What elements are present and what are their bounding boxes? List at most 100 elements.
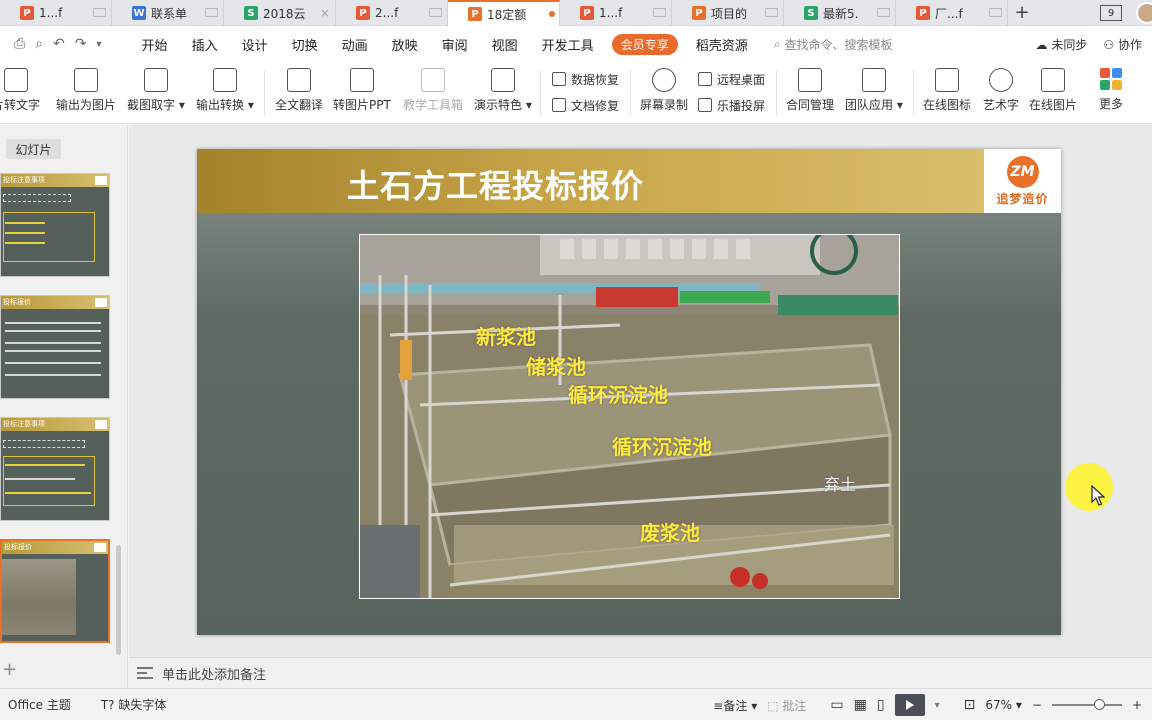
sorter-view-icon[interactable]: ▦ bbox=[854, 697, 867, 713]
thumb-box bbox=[3, 212, 95, 262]
new-tab-button[interactable]: + bbox=[1008, 0, 1036, 25]
doc-tab[interactable]: P 1...f bbox=[0, 0, 112, 26]
fit-window-icon[interactable]: ⊡ bbox=[964, 697, 976, 713]
ribbon-label: 更多 bbox=[1099, 97, 1124, 111]
doc-tab-label: 最新5. bbox=[823, 6, 859, 21]
doc-tab[interactable]: P 项目的 bbox=[672, 0, 784, 26]
online-images-icon bbox=[1041, 68, 1065, 92]
slide-thumbnail[interactable]: 投标注意事项 bbox=[0, 417, 110, 521]
team-apps-button[interactable]: 团队应用 ▾ bbox=[845, 62, 903, 124]
chevron-down-icon[interactable]: ▾ bbox=[97, 39, 102, 50]
collab-button[interactable]: ⚇ 协作 bbox=[1103, 36, 1142, 53]
slide-thumbnail-panel: 幻灯片 投标注意事项 投标报价 投标注意事项 投标报价 + bbox=[0, 125, 128, 688]
thumb-title: 投标报价 bbox=[2, 541, 108, 554]
add-slide-icon[interactable]: + bbox=[2, 659, 17, 680]
data-recovery-button[interactable]: 数据恢复 bbox=[552, 68, 619, 90]
ribbon-label: 远程桌面 bbox=[717, 72, 766, 87]
menu-vip[interactable]: 会员专享 bbox=[611, 33, 678, 55]
doc-tab-label: 联系单 bbox=[151, 6, 188, 21]
image-to-text-button[interactable]: 片转文字 bbox=[0, 62, 40, 124]
search-input[interactable]: 查找命令、搜索模板 bbox=[784, 36, 892, 53]
thumb-line bbox=[5, 464, 85, 466]
ribbon-label: 文档修复 bbox=[571, 98, 620, 113]
full-translate-button[interactable]: 全文翻译 bbox=[275, 62, 323, 124]
zoom-out-button[interactable]: − bbox=[1032, 698, 1042, 712]
menu-view[interactable]: 视图 bbox=[492, 35, 518, 54]
chevron-down-icon[interactable]: ▾ bbox=[935, 700, 940, 711]
sync-status[interactable]: ☁ 未同步 bbox=[1036, 36, 1088, 53]
slide-thumbnail[interactable]: 投标注意事项 bbox=[0, 173, 110, 277]
print-icon[interactable]: ⎙ bbox=[14, 36, 25, 52]
ribbon-label: 转图片PPT bbox=[333, 98, 391, 112]
slide-thumbnail[interactable]: 投标报价 bbox=[0, 295, 110, 399]
ribbon-label: 屏幕录制 bbox=[640, 98, 689, 112]
command-search[interactable]: ⌕ 查找命令、搜索模板 bbox=[774, 36, 893, 53]
notes-pane[interactable]: 单击此处添加备注 bbox=[129, 657, 1152, 688]
slideshow-play-button[interactable] bbox=[894, 694, 925, 716]
doc-repair-button[interactable]: 文档修复 bbox=[552, 94, 619, 116]
zoom-in-button[interactable]: + bbox=[1132, 698, 1142, 712]
thumb-line bbox=[5, 362, 101, 364]
menu-developer[interactable]: 开发工具 bbox=[542, 35, 594, 54]
notes-placeholder[interactable]: 单击此处添加备注 bbox=[162, 664, 266, 683]
thumb-line bbox=[5, 350, 101, 352]
doc-tab[interactable]: P 2...f bbox=[336, 0, 448, 26]
undo-icon[interactable]: ↶ bbox=[53, 36, 65, 52]
tab-slides[interactable]: 幻灯片 bbox=[6, 139, 61, 159]
avatar[interactable] bbox=[1136, 2, 1152, 24]
normal-view-icon[interactable]: ▭ bbox=[830, 697, 843, 713]
doc-tab[interactable]: W 联系单 bbox=[112, 0, 224, 26]
menu-resources[interactable]: 稻壳资源 bbox=[696, 35, 748, 54]
current-slide[interactable]: 土石方工程投标报价 ZM 追梦造价 新浆池 储浆池 循环沉淀池 循环沉淀池 弃土… bbox=[197, 149, 1061, 635]
menu-transitions[interactable]: 切换 bbox=[292, 35, 318, 54]
menu-slideshow[interactable]: 放映 bbox=[392, 35, 418, 54]
menu-animations[interactable]: 动画 bbox=[342, 35, 368, 54]
slide-title[interactable]: 土石方工程投标报价 bbox=[347, 161, 644, 207]
more-button[interactable]: 更多 bbox=[1099, 62, 1123, 124]
screen-record-button[interactable]: 屏幕录制 bbox=[640, 62, 688, 124]
cast-screen-button[interactable]: 乐播投屏 bbox=[698, 94, 765, 116]
comments-toggle[interactable]: ⬚ 批注 bbox=[767, 697, 806, 714]
export-convert-button[interactable]: 输出转换 ▾ bbox=[196, 62, 254, 124]
doc-tab-active[interactable]: P 18定额 bbox=[448, 0, 560, 26]
redo-icon[interactable]: ↷ bbox=[75, 36, 87, 52]
sheet-file-icon: S bbox=[244, 6, 258, 20]
demo-features-button[interactable]: 演示特色 ▾ bbox=[474, 62, 532, 124]
thumbnail-scrollbar[interactable] bbox=[116, 545, 121, 655]
print-preview-icon[interactable]: ⌕ bbox=[35, 36, 43, 52]
doc-tab[interactable]: P 1...f bbox=[560, 0, 672, 26]
menu-insert[interactable]: 插入 bbox=[192, 35, 218, 54]
menu-review[interactable]: 审阅 bbox=[442, 35, 468, 54]
art-text-button[interactable]: 艺术字 bbox=[983, 62, 1019, 124]
menu-home[interactable]: 开始 bbox=[142, 35, 168, 54]
ribbon-label: 团队应用 bbox=[845, 98, 894, 112]
construction-site-photo[interactable]: 新浆池 储浆池 循环沉淀池 循环沉淀池 弃土 废浆池 bbox=[359, 234, 900, 599]
close-icon[interactable]: × bbox=[319, 6, 331, 20]
missing-font-indicator[interactable]: T? 缺失字体 bbox=[101, 696, 167, 713]
contract-mgmt-button[interactable]: 合同管理 bbox=[786, 62, 834, 124]
window-count-badge[interactable]: 9 bbox=[1100, 5, 1122, 21]
online-icons-button[interactable]: 在线图标 bbox=[923, 62, 971, 124]
thumb-box bbox=[3, 194, 71, 202]
zoom-slider-handle[interactable] bbox=[1093, 699, 1105, 710]
pit-photo-illustration bbox=[360, 235, 899, 598]
notes-toggle[interactable]: ≡备注 ▾ bbox=[713, 697, 757, 714]
theme-name[interactable]: Office 主题 bbox=[8, 696, 71, 713]
sync-label: 未同步 bbox=[1051, 37, 1088, 52]
online-images-button[interactable]: 在线图片 bbox=[1029, 62, 1077, 124]
export-convert-icon bbox=[212, 68, 237, 92]
export-image-button[interactable]: 输出为图片 bbox=[56, 62, 116, 124]
doc-tab[interactable]: S 2018云 × bbox=[224, 0, 336, 26]
teaching-tools-button[interactable]: 教学工具箱 bbox=[403, 62, 463, 124]
ppt-file-icon: P bbox=[356, 6, 370, 20]
screenshot-text-button[interactable]: 截图取字 ▾ bbox=[127, 62, 185, 124]
doc-tab[interactable]: P 厂...f bbox=[896, 0, 1008, 26]
zoom-level[interactable]: 67% ▾ bbox=[985, 698, 1022, 712]
reading-view-icon[interactable]: ▯ bbox=[877, 697, 885, 713]
menu-design[interactable]: 设计 bbox=[242, 35, 268, 54]
slide-thumbnail-active[interactable]: 投标报价 bbox=[0, 539, 110, 643]
image-ppt-button[interactable]: 转图片PPT bbox=[333, 62, 391, 124]
zoom-slider[interactable] bbox=[1051, 699, 1122, 710]
remote-desktop-button[interactable]: 远程桌面 bbox=[698, 68, 765, 90]
doc-tab[interactable]: S 最新5. bbox=[784, 0, 896, 26]
